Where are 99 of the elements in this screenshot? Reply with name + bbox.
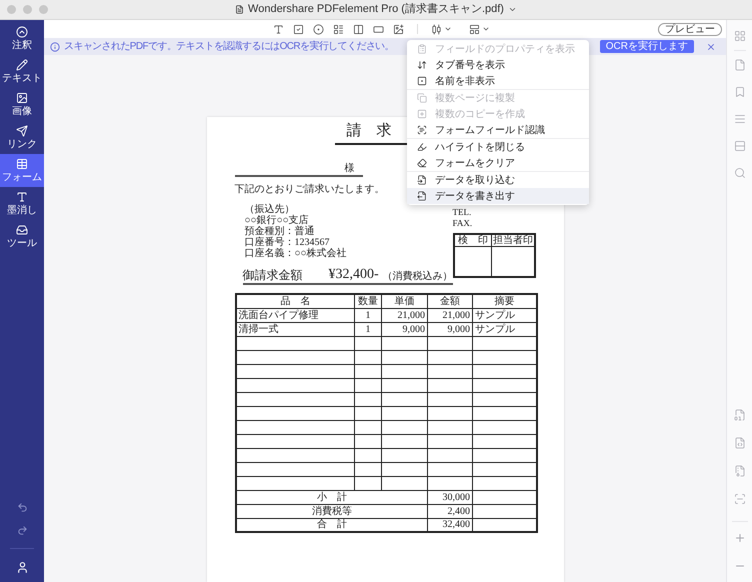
summary-label: 消費税等 [236,504,428,518]
zoom-in-icon[interactable] [734,532,746,544]
greeting-text: 下記のとおりご請求いたします。 [234,184,384,196]
undo-icon[interactable] [16,502,28,513]
page-icon[interactable] [734,59,746,71]
table-cell: 9,000 [428,322,472,336]
window-title: Wondershare PDFelement Pro (請求書スキャン.pdf) [248,3,504,16]
sidebar-item[interactable]: ツール [0,220,44,253]
sidebar-item[interactable]: 注釈 [0,22,44,55]
sidebar-item[interactable]: フォーム [0,154,44,187]
banner-message: スキャンされたPDFです。テキストを認識するにはOCRを実行してください。 [64,41,394,52]
file-export-icon [417,191,427,201]
amount-note: （消費税込み） [382,271,453,282]
menu-item[interactable]: データを取り込む [407,172,589,188]
inbox-icon [16,224,28,236]
stamp-heading: 検 印 [454,234,492,246]
table-cell: 1 [354,308,382,322]
layout-tool-button[interactable] [468,24,490,34]
rows-icon[interactable] [734,140,746,152]
bank-info-line: 預金種別：普通 [244,226,316,237]
clipboard-icon [417,44,427,54]
table-cell: サンプル [472,322,536,336]
image-plus-icon[interactable] [392,24,404,34]
square-plus-icon [417,109,427,119]
scan-icon[interactable] [734,493,746,505]
align-tool-button[interactable] [430,24,452,34]
document-icon [235,5,244,14]
sidebar-item[interactable]: 墨消し [0,187,44,220]
button-field-icon[interactable] [372,24,384,34]
column-header: 数量 [354,294,382,308]
menu-item[interactable]: フォームフィールド認識 [407,122,589,138]
sort-icon [417,60,427,70]
bank-info-line: 口座名義：○○株式会社 [244,248,348,259]
column-header: 摘要 [472,294,536,308]
table-cell: サンプル [472,308,536,322]
close-icon[interactable] [706,42,716,52]
preview-button[interactable]: プレビュー [658,22,722,36]
column-header: 単価 [382,294,428,308]
scan-text-icon [417,125,427,135]
file-digit-icon[interactable] [734,409,746,421]
search-icon[interactable] [734,167,746,179]
column-header: 品 名 [236,294,354,308]
contact-label: TEL. [452,207,472,218]
table-cell: 清掃一式 [236,322,354,336]
summary-label: 小 計 [236,490,428,504]
addressee-suffix: 様 [344,163,354,175]
table-cell: 21,000 [382,308,428,322]
text-icon [16,191,28,203]
summary-amount: 2,400 [428,504,472,518]
columns-icon[interactable] [352,24,364,34]
caret-icon [482,25,490,33]
highlighter-icon [417,142,427,152]
table-cell: 洗面台パイプ修理 [236,308,354,322]
send-icon [16,125,28,137]
run-ocr-button[interactable]: OCRを実行します [600,40,694,53]
list-icon[interactable] [332,24,344,34]
grid-icon[interactable] [734,30,746,42]
stamp-heading: 担当者印 [492,234,534,246]
menu-item[interactable]: フォームをクリア [407,155,589,171]
menu-item[interactable]: データを書き出す [407,188,589,204]
image-icon [16,92,28,104]
file-import-icon [417,175,427,185]
layout-icon [468,24,480,34]
caret-icon [444,25,452,33]
amount-value: ¥32,400- [328,267,379,282]
menu-item[interactable]: 名前を非表示 [407,73,589,89]
bank-info-line: ○○銀行○○支店 [244,215,309,226]
sidebar-item[interactable]: リンク [0,121,44,154]
caret-icon [508,5,517,14]
menu-item[interactable]: ハイライトを閉じる [407,139,589,155]
checkbox-icon[interactable] [292,24,304,34]
table-icon [16,158,28,170]
radio-icon[interactable] [312,24,324,34]
sidebar-item[interactable]: テキスト [0,55,44,88]
eraser-icon [417,158,427,168]
file-code-icon[interactable] [734,437,746,449]
table-cell: 9,000 [382,322,428,336]
redo-icon[interactable] [16,525,28,536]
copy-icon [417,93,427,103]
lines-icon[interactable] [734,113,746,125]
bookmark-icon[interactable] [734,86,746,98]
info-icon [50,42,60,52]
chevron-circle-icon [16,26,28,38]
amount-label: 御請求金額 [242,268,302,282]
bank-info-line: （振込先） [244,204,294,215]
pencil-icon [16,59,28,71]
bank-info-line: 口座番号：1234567 [244,237,330,248]
document-title: 請 求 [346,123,392,139]
file-archive-icon[interactable] [734,465,746,477]
contact-label: FAX. [452,218,474,229]
align-icon [430,24,442,34]
user-icon[interactable] [16,561,28,574]
column-header: 金額 [428,294,472,308]
text-field-icon[interactable] [272,24,284,34]
menu-item[interactable]: タブ番号を表示 [407,57,589,73]
sidebar-item[interactable]: 画像 [0,88,44,121]
table-cell: 21,000 [428,308,472,322]
table-cell: 1 [354,322,382,336]
summary-amount: 30,000 [428,490,472,504]
